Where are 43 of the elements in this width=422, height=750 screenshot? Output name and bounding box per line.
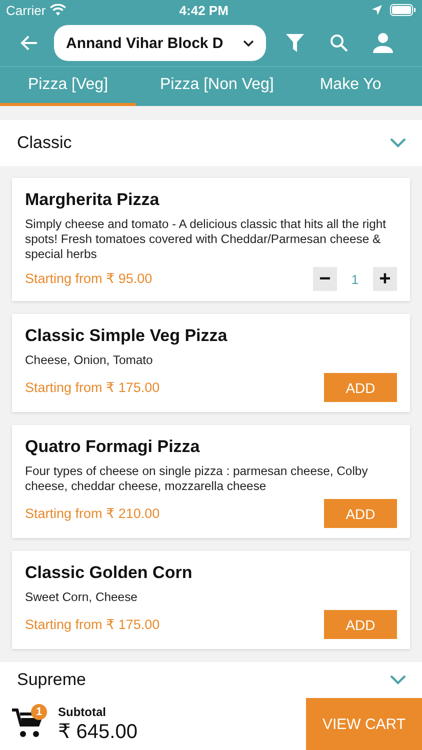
item-name: Classic Simple Veg Pizza: [25, 326, 228, 346]
category-tab[interactable]: Pizza [Non Veg]: [136, 67, 298, 106]
item-description: Four types of cheese on single pizza : parmesan cheese, Colby cheese, cheddar cheese, mozzarella cheese: [25, 464, 369, 494]
item-name: Quatro Formagi Pizza: [25, 437, 201, 457]
status-time: 4:42 PM: [178, 2, 230, 18]
subtotal-amount: ₹ 645.00: [58, 720, 138, 744]
category-tab[interactable]: Pizza [Veg]: [0, 67, 136, 106]
section-header[interactable]: Supreme: [0, 662, 422, 698]
item-price: Starting from ₹ 95.00: [25, 271, 152, 287]
category-tab[interactable]: Make Yo: [298, 67, 382, 106]
quantity-value: 1: [350, 272, 360, 286]
carrier-name: Carrier: [6, 2, 46, 18]
add-button[interactable]: ADD: [324, 610, 397, 639]
subtotal-label: Subtotal: [58, 705, 107, 719]
decrease-button[interactable]: −: [313, 267, 337, 291]
wifi-icon: [50, 4, 66, 16]
item-price: Starting from ₹ 175.00: [25, 380, 160, 396]
search-icon: [330, 34, 348, 52]
person-icon: [373, 33, 393, 53]
item-price: Starting from ₹ 175.00: [25, 616, 160, 632]
back-arrow-icon: [20, 35, 38, 51]
increase-button[interactable]: +: [373, 267, 397, 291]
cart-icon: [12, 708, 44, 738]
filter-icon: [286, 34, 304, 52]
battery-icon: [390, 4, 416, 16]
section-header[interactable]: Classic: [0, 120, 422, 166]
item-description: Simply cheese and tomato - A delicious classic that hits all the right spots! Fresh tomatoes covered with Cheddar/Parmesan cheese & special herbs: [25, 217, 388, 262]
add-button[interactable]: ADD: [324, 499, 397, 528]
section-title: Classic: [17, 133, 72, 153]
chevron-icon: [390, 138, 406, 148]
item-description: Cheese, Onion, Tomato: [25, 353, 154, 368]
chevron-down-icon: [243, 40, 254, 46]
add-button[interactable]: ADD: [324, 373, 397, 402]
location-arrow-icon: [372, 5, 382, 15]
cart-count-badge: 1: [31, 704, 47, 720]
item-name: Margherita Pizza: [25, 190, 160, 210]
section-title: Supreme: [17, 670, 86, 690]
item-description: Sweet Corn, Cheese: [25, 590, 138, 605]
item-name: Classic Golden Corn: [25, 563, 194, 583]
chevron-icon: [390, 675, 406, 685]
location-dropdown[interactable]: Annand Vihar Block D: [54, 25, 266, 61]
view-cart-button[interactable]: VIEW CART: [306, 698, 422, 750]
item-price: Starting from ₹ 210.00: [25, 506, 160, 522]
